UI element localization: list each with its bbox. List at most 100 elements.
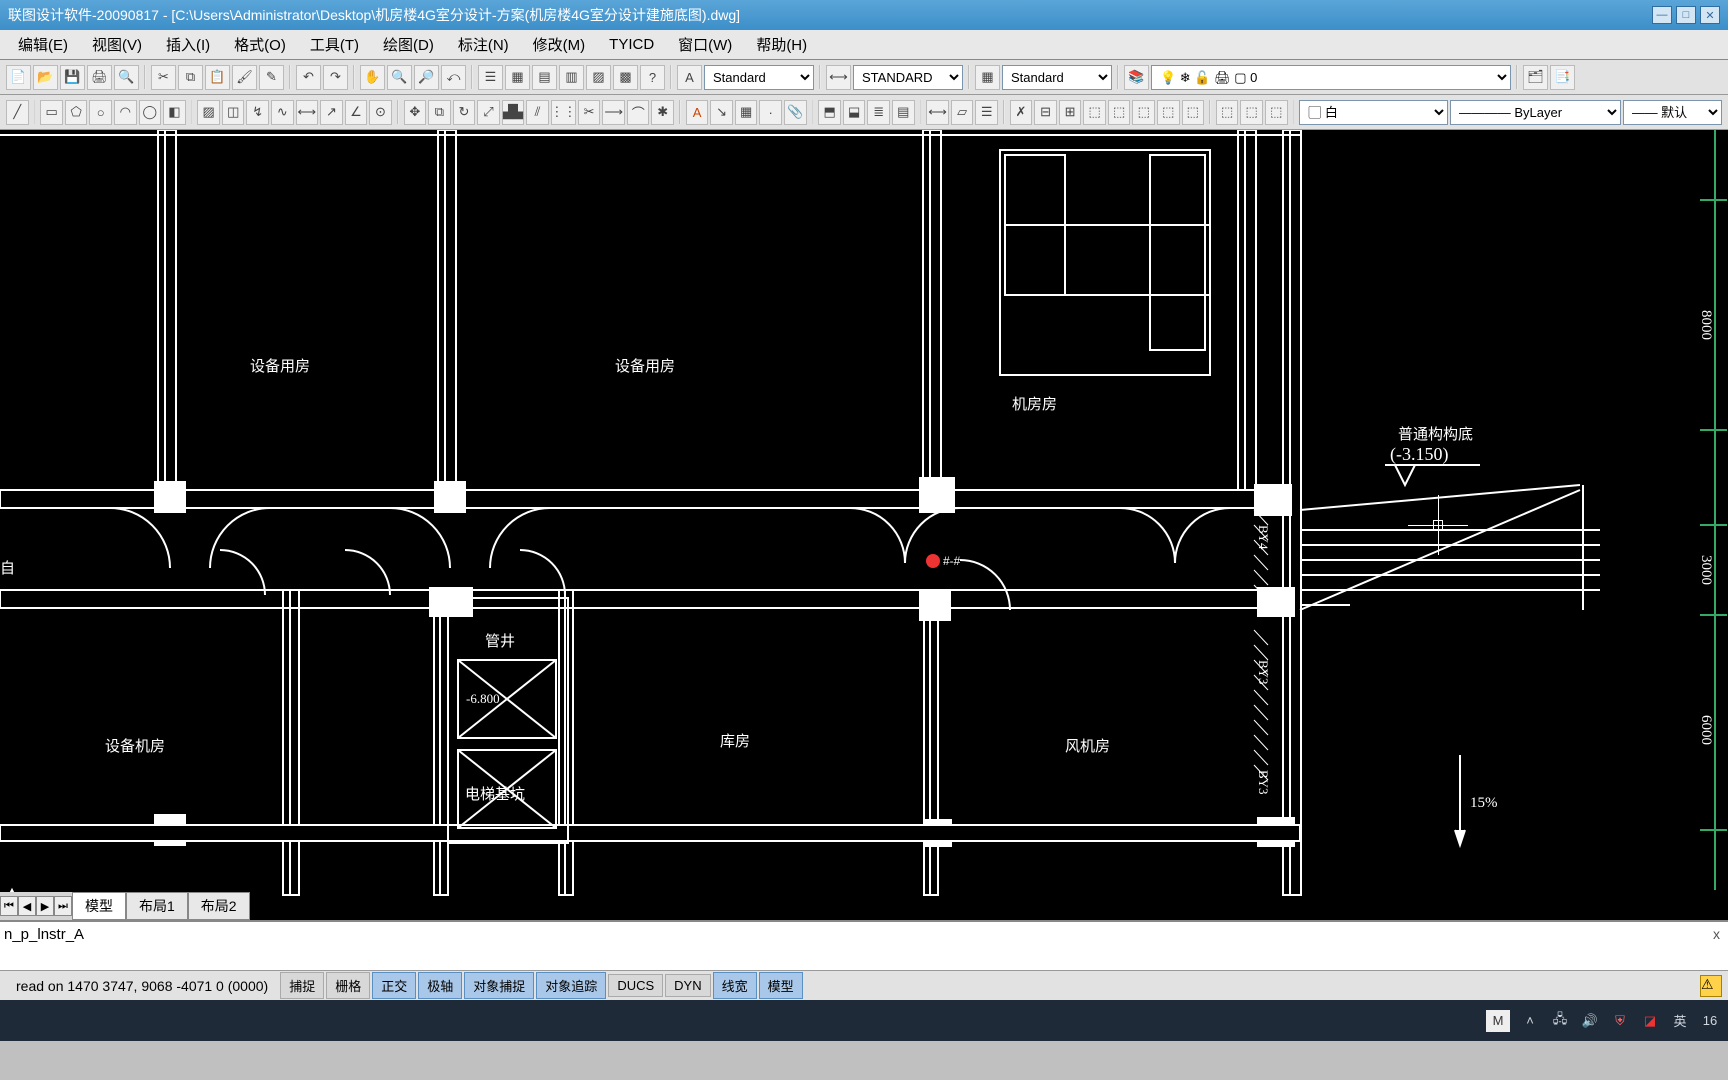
zoom-prev-button[interactable]: ⤺: [441, 65, 466, 90]
new-button[interactable]: 📄: [6, 65, 31, 90]
ellipse-button[interactable]: ◯: [139, 100, 162, 125]
tycad6-button[interactable]: ⬚: [1216, 100, 1239, 125]
line-button[interactable]: ╱: [6, 100, 29, 125]
design-center-button[interactable]: ▦: [505, 65, 530, 90]
minimize-button[interactable]: —: [1652, 6, 1672, 24]
tycad7-button[interactable]: ⬚: [1240, 100, 1263, 125]
array-button[interactable]: ⋮⋮: [551, 100, 576, 125]
tray-app-icon[interactable]: ◪: [1640, 1011, 1660, 1031]
tycad1-button[interactable]: ⬚: [1083, 100, 1106, 125]
arc-button[interactable]: ◠: [114, 100, 137, 125]
join-button[interactable]: ⊞: [1059, 100, 1082, 125]
match-button[interactable]: 🖌: [232, 65, 257, 90]
menu-draw[interactable]: 绘图(D): [371, 30, 446, 59]
maximize-button[interactable]: □: [1676, 6, 1696, 24]
print-button[interactable]: 🖨: [87, 65, 112, 90]
sheet-set-button[interactable]: ▥: [559, 65, 584, 90]
spline-button[interactable]: ∿: [271, 100, 294, 125]
tab-layout1[interactable]: 布局1: [126, 892, 188, 920]
tray-sound-icon[interactable]: 🔊: [1580, 1011, 1600, 1031]
menu-window[interactable]: 窗口(W): [666, 30, 744, 59]
pan-button[interactable]: ✋: [360, 65, 385, 90]
move-button[interactable]: ✥: [404, 100, 427, 125]
table-style-icon[interactable]: ▦: [975, 65, 1000, 90]
dim-angular-button[interactable]: ∠: [345, 100, 368, 125]
copy2-button[interactable]: ⧉: [428, 100, 451, 125]
zoom-rt-button[interactable]: 🔍: [387, 65, 412, 90]
table-button[interactable]: ▦: [735, 100, 758, 125]
drawing-canvas[interactable]: #-# 设备用房 设备用房 机房房 设备机房 库房 风机房 管井 -6.800 …: [0, 130, 1728, 920]
table-style-select[interactable]: Standard: [1002, 65, 1112, 90]
scale-button[interactable]: ⤢: [477, 100, 500, 125]
tab-model[interactable]: 模型: [72, 892, 126, 920]
zoom-win-button[interactable]: 🔎: [414, 65, 439, 90]
extend-button[interactable]: ⟶: [602, 100, 625, 125]
warning-icon[interactable]: ⚠: [1700, 975, 1722, 997]
tycad4-button[interactable]: ⬚: [1157, 100, 1180, 125]
linetype-select[interactable]: ———— ByLayer: [1450, 100, 1621, 125]
xref-button[interactable]: 📎: [784, 100, 807, 125]
otrack-toggle[interactable]: 对象追踪: [536, 972, 606, 999]
markup-button[interactable]: ▨: [586, 65, 611, 90]
menu-view[interactable]: 视图(V): [80, 30, 154, 59]
copy-button[interactable]: ⧉: [178, 65, 203, 90]
menu-help[interactable]: 帮助(H): [744, 30, 819, 59]
dim-radius-button[interactable]: ⊙: [369, 100, 392, 125]
dim-style-icon[interactable]: ⟷: [826, 65, 851, 90]
text-style-select[interactable]: Standard: [704, 65, 814, 90]
menu-dim[interactable]: 标注(N): [446, 30, 521, 59]
redo-button[interactable]: ↷: [323, 65, 348, 90]
ed-attrib-button[interactable]: ≣: [867, 100, 890, 125]
text-style-icon[interactable]: A: [677, 65, 702, 90]
mtext-button[interactable]: A: [686, 100, 709, 125]
ime-lang-icon[interactable]: 英: [1670, 1011, 1690, 1031]
rotate-button[interactable]: ↻: [453, 100, 476, 125]
undo-button[interactable]: ↶: [296, 65, 321, 90]
polar-toggle[interactable]: 极轴: [418, 972, 462, 999]
layer-states-button[interactable]: 📑: [1550, 65, 1575, 90]
help-icon[interactable]: ?: [640, 65, 665, 90]
erase-button[interactable]: ✗: [1010, 100, 1033, 125]
tab-first-button[interactable]: ⏮: [0, 896, 18, 916]
tab-layout2[interactable]: 布局2: [188, 892, 250, 920]
save-button[interactable]: 💾: [60, 65, 85, 90]
tycad5-button[interactable]: ⬚: [1182, 100, 1205, 125]
osnap-toggle[interactable]: 对象捕捉: [464, 972, 534, 999]
dim-linear-button[interactable]: ⟷: [296, 100, 319, 125]
fillet-button[interactable]: ⌒: [627, 100, 650, 125]
layer-select[interactable]: 💡 ❄ 🔓 🖨 ▢ 0: [1151, 65, 1511, 90]
hatch-button[interactable]: ▨: [197, 100, 220, 125]
make-block-button[interactable]: ⬒: [818, 100, 841, 125]
plot-preview-button[interactable]: 🔍: [114, 65, 139, 90]
rect-button[interactable]: ▭: [40, 100, 63, 125]
snap-toggle[interactable]: 捕捉: [280, 972, 324, 999]
tab-last-button[interactable]: ⏭: [54, 896, 72, 916]
menu-insert[interactable]: 插入(I): [154, 30, 222, 59]
model-toggle[interactable]: 模型: [759, 972, 803, 999]
dyn-toggle[interactable]: DYN: [665, 974, 710, 997]
grid-toggle[interactable]: 栅格: [326, 972, 370, 999]
close-cmdline-icon[interactable]: x: [1713, 926, 1720, 942]
tray-network-icon[interactable]: 🖧: [1550, 1011, 1570, 1031]
poly-button[interactable]: ⬠: [65, 100, 88, 125]
ortho-toggle[interactable]: 正交: [372, 972, 416, 999]
tycad3-button[interactable]: ⬚: [1132, 100, 1155, 125]
circle-button[interactable]: ○: [89, 100, 112, 125]
list-button[interactable]: ☰: [975, 100, 998, 125]
ime-mode-icon[interactable]: M: [1486, 1010, 1510, 1032]
area-button[interactable]: ▱: [951, 100, 974, 125]
layer-manage-button[interactable]: 📚: [1124, 65, 1149, 90]
menu-edit[interactable]: 编辑(E): [6, 30, 80, 59]
explode-button[interactable]: ✱: [651, 100, 674, 125]
menu-modify[interactable]: 修改(M): [521, 30, 598, 59]
tab-next-button[interactable]: ▶: [36, 896, 54, 916]
tycad8-button[interactable]: ⬚: [1265, 100, 1288, 125]
brush-button[interactable]: ✎: [259, 65, 284, 90]
offset-button[interactable]: ⫽: [526, 100, 549, 125]
menu-tyicd[interactable]: TYICD: [597, 32, 666, 57]
pline-button[interactable]: ↯: [246, 100, 269, 125]
calc-button[interactable]: ▩: [613, 65, 638, 90]
close-button[interactable]: ✕: [1700, 6, 1720, 24]
ed-block-button[interactable]: ▤: [892, 100, 915, 125]
tray-up-icon[interactable]: ˄: [1520, 1011, 1540, 1031]
